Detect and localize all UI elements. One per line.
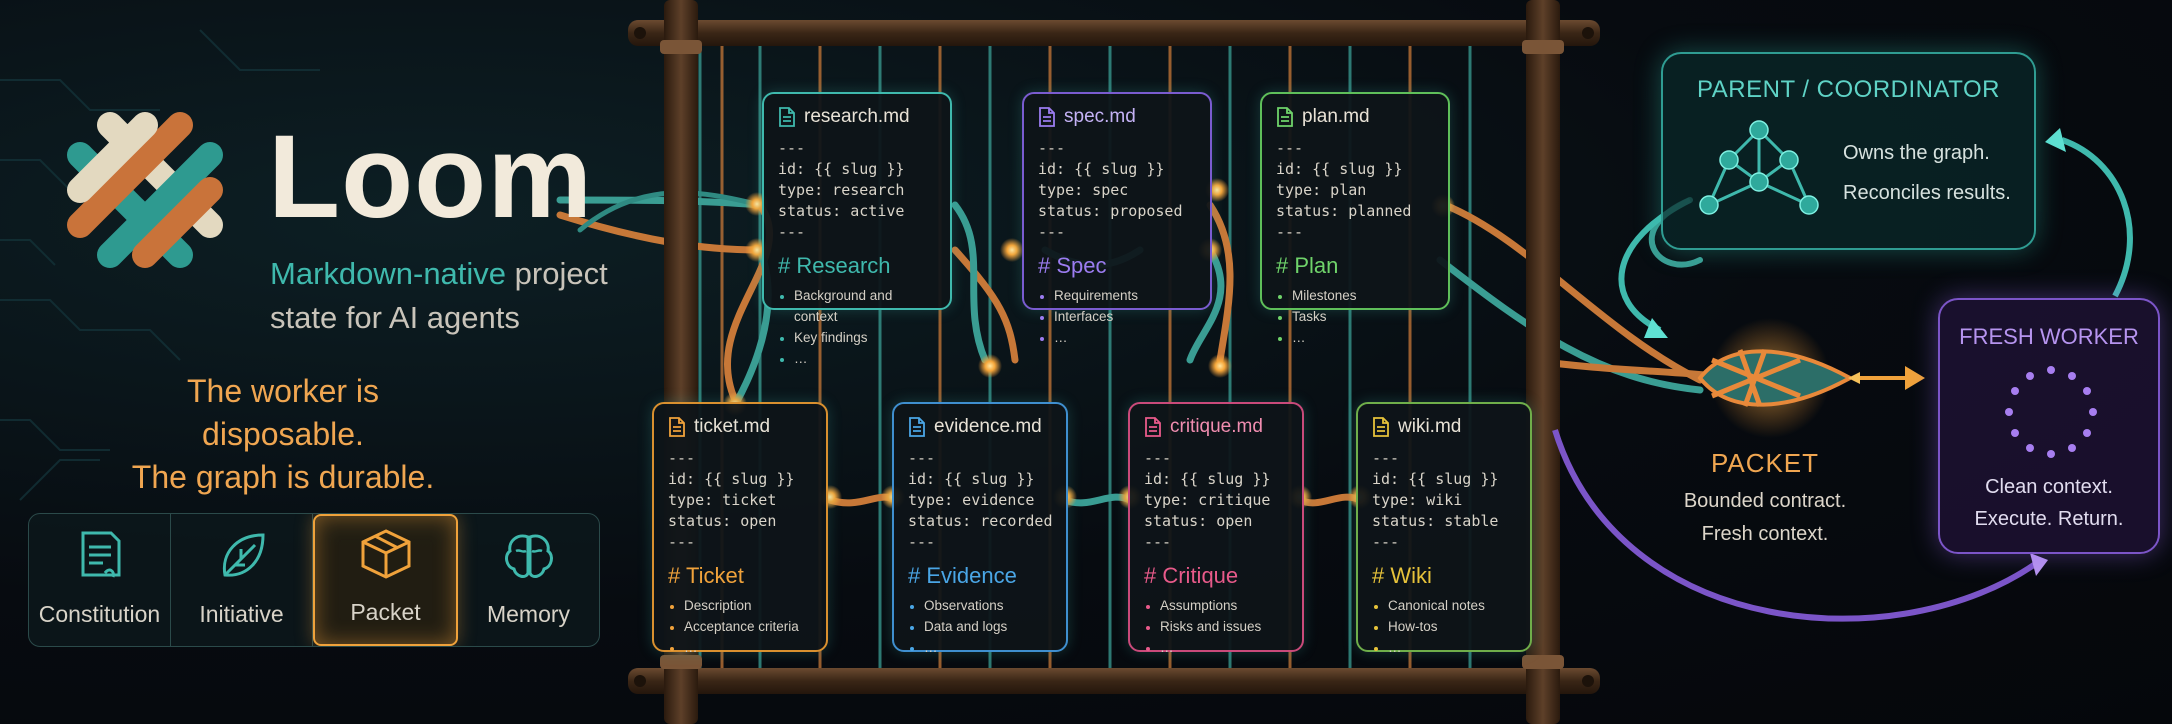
packet-shuttle-icon: [1697, 318, 1925, 438]
pillar-constitution[interactable]: Constitution: [29, 514, 171, 646]
coordinator-panel: PARENT / COORDINATOR Owns the graph. Rec…: [1661, 52, 2036, 250]
fresh-worker-panel: FRESH WORKER Clean context. Execute. Ret…: [1938, 298, 2160, 554]
card-frontmatter: --- id: {{ slug }} type: ticket status: …: [668, 449, 795, 551]
tagline: The worker is disposable. The graph is d…: [131, 373, 435, 495]
card-critique[interactable]: critique.md --- id: {{ slug }} type: cri…: [1128, 402, 1304, 655]
pillar-packet[interactable]: Packet: [313, 514, 458, 646]
worker-line-2: Execute. Return.: [1974, 508, 2124, 530]
coordinator-line-1: Owns the graph.: [1843, 142, 1990, 164]
card-frontmatter: --- id: {{ slug }} type: spec status: pr…: [1038, 139, 1183, 241]
card-heading: # Critique: [1144, 563, 1239, 588]
file-icon: [1277, 107, 1293, 127]
card-plan[interactable]: plan.md --- id: {{ slug }} type: plan st…: [1260, 92, 1450, 345]
card-frontmatter: --- id: {{ slug }} type: research status…: [778, 139, 905, 241]
card-spec[interactable]: spec.md --- id: {{ slug }} type: spec st…: [1022, 92, 1212, 345]
worker-title: FRESH WORKER: [1959, 324, 2139, 349]
file-icon: [669, 417, 685, 437]
pillar-initiative[interactable]: Initiative: [171, 514, 313, 646]
card-frontmatter: --- id: {{ slug }} type: critique status…: [1144, 449, 1271, 551]
card-frontmatter: --- id: {{ slug }} type: wiki status: st…: [1372, 449, 1499, 551]
dotted-circle-icon: [2005, 366, 2097, 458]
card-heading: # Wiki: [1372, 563, 1432, 588]
card-heading: # Evidence: [908, 563, 1017, 588]
card-heading: # Ticket: [668, 563, 744, 588]
card-evidence[interactable]: evidence.md --- id: {{ slug }} type: evi…: [892, 402, 1068, 655]
packet-line-1: Bounded contract.: [1683, 490, 1847, 512]
packet-line-2: Fresh context.: [1701, 523, 1829, 545]
app-title: Loom: [268, 111, 594, 243]
document-scroll-icon: [81, 531, 120, 578]
concept-pillars: Constitution Initiative Packet Memory: [28, 513, 600, 647]
card-heading: # Plan: [1276, 253, 1339, 278]
coordinator-title: PARENT / COORDINATOR: [1697, 76, 2000, 103]
card-heading: # Spec: [1038, 253, 1107, 278]
card-ticket[interactable]: ticket.md --- id: {{ slug }} type: ticke…: [652, 402, 828, 655]
file-icon: [1039, 107, 1055, 127]
card-frontmatter: --- id: {{ slug }} type: plan status: pl…: [1276, 139, 1412, 241]
card-wiki[interactable]: wiki.md --- id: {{ slug }} type: wiki st…: [1356, 402, 1532, 655]
file-icon: [779, 107, 795, 127]
worker-line-1: Clean context.: [1985, 476, 2113, 498]
pillar-memory[interactable]: Memory: [458, 514, 599, 646]
card-heading: # Research: [778, 253, 891, 278]
brain-icon: [504, 534, 553, 578]
app-subtitle: Markdown-native project state for AI age…: [270, 256, 608, 335]
file-icon: [909, 417, 925, 437]
packet-title: PACKET: [1710, 448, 1820, 478]
card-research[interactable]: research.md --- id: {{ slug }} type: res…: [762, 92, 952, 366]
card-frontmatter: --- id: {{ slug }} type: evidence status…: [908, 449, 1053, 551]
file-icon: [1145, 417, 1161, 437]
loom-logo-icon: [67, 112, 223, 268]
coordinator-line-2: Reconciles results.: [1843, 182, 2011, 204]
graph-network-icon: [1699, 120, 1819, 215]
leaf-icon: [222, 533, 265, 577]
box-icon: [361, 529, 410, 579]
file-icon: [1373, 417, 1389, 437]
